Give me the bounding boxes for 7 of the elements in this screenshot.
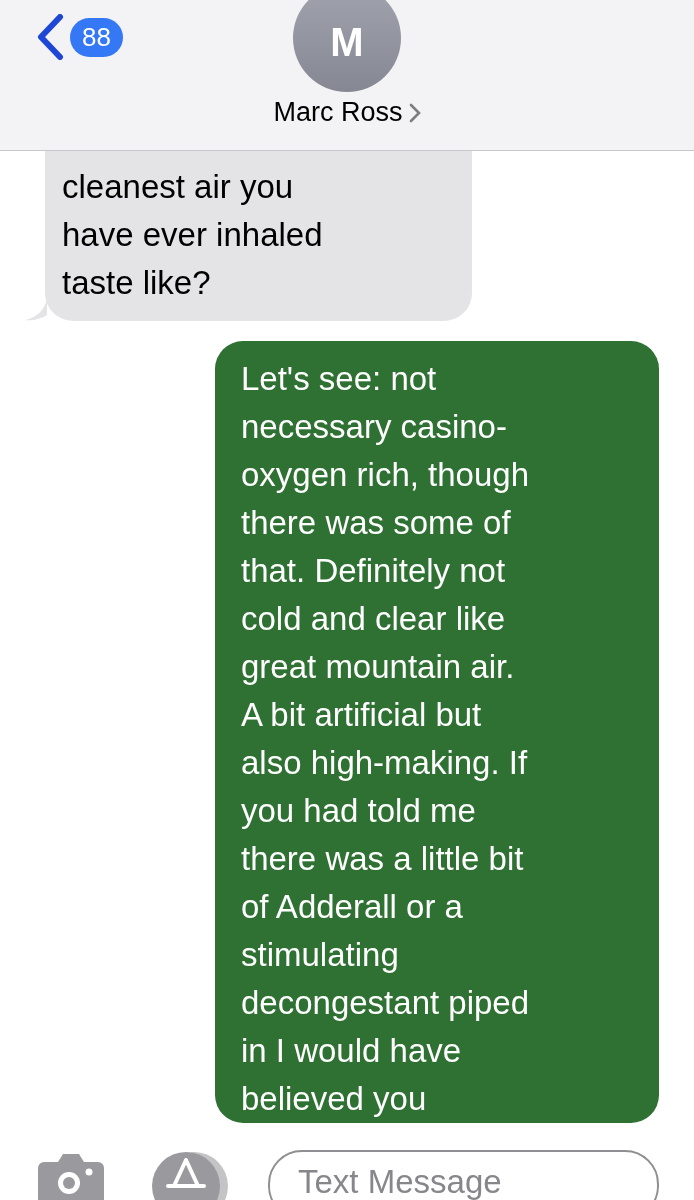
unread-count-badge: 88 bbox=[70, 17, 123, 57]
composer-field[interactable]: Text Message bbox=[268, 1150, 659, 1200]
chevron-right-icon bbox=[408, 102, 421, 123]
app-store-icon[interactable] bbox=[150, 1150, 230, 1200]
back-chevron-icon[interactable] bbox=[36, 14, 64, 60]
sent-message-bubble: Let's see: not necessary casino- oxygen rich, though there was some of that. Definitely not cold and clear like great mountain air. A bit artificial but also high-making. If you had told me there was a little bit of Adderall or a stimulating decongestant piped in I would have believed you bbox=[215, 341, 659, 1123]
contact-name[interactable]: Marc Ross bbox=[273, 97, 403, 128]
